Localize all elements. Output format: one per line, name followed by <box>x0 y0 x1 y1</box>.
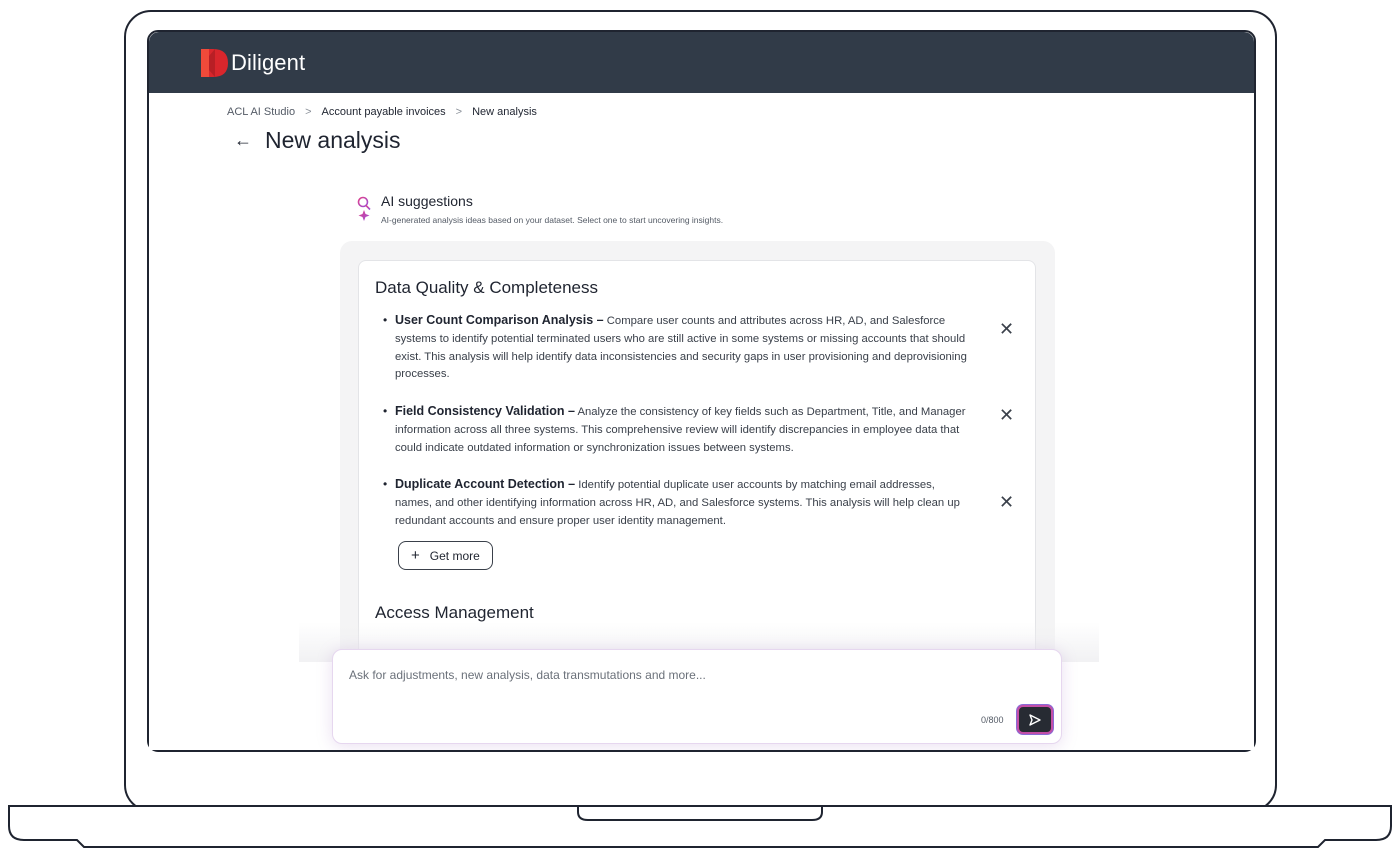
suggestion-title: User Count Comparison Analysis – <box>395 313 604 327</box>
send-icon <box>1029 713 1041 726</box>
close-icon[interactable]: ✕ <box>999 493 1014 511</box>
get-more-label: Get more <box>429 548 480 563</box>
brand-name: Diligent <box>231 50 306 75</box>
suggestion-title: Duplicate Account Detection – <box>395 477 576 491</box>
character-counter: 0/800 <box>981 715 1004 725</box>
top-bar: Diligent <box>149 32 1254 93</box>
suggestion-item[interactable]: • User Count Comparison Analysis – Compa… <box>383 312 973 384</box>
section-title: Access Management <box>375 603 534 622</box>
close-icon[interactable]: ✕ <box>999 406 1014 424</box>
diligent-logo-icon <box>201 49 228 77</box>
chat-composer: 0/800 <box>332 649 1062 744</box>
breadcrumb-separator: > <box>305 106 312 118</box>
ai-search-sparkle-icon <box>345 196 371 221</box>
close-icon[interactable]: ✕ <box>999 320 1014 338</box>
breadcrumb: ACL AI Studio > Account payable invoices… <box>227 106 537 118</box>
page-title: New analysis <box>265 127 401 153</box>
arrow-left-icon[interactable]: ← <box>234 130 252 150</box>
chat-input[interactable] <box>349 668 949 682</box>
suggestion-item[interactable]: • Duplicate Account Detection – Identify… <box>383 476 973 530</box>
suggestion-item[interactable]: • Field Consistency Validation – Analyze… <box>383 403 973 457</box>
breadcrumb-separator: > <box>455 106 463 118</box>
app-screen: Diligent ACL AI Studio > Account payable… <box>149 32 1254 750</box>
ai-suggestions-title: AI suggestions <box>381 193 473 209</box>
get-more-button[interactable]: + Get more <box>398 541 493 570</box>
breadcrumb-item-acl-ai-studio[interactable]: ACL AI Studio <box>227 106 295 118</box>
ai-suggestions-subtitle: AI-generated analysis ideas based on you… <box>381 215 724 225</box>
breadcrumb-item-new-analysis: New analysis <box>472 106 537 118</box>
suggestions-card: Data Quality & Completeness • User Count… <box>358 260 1036 660</box>
send-button[interactable] <box>1017 705 1053 734</box>
breadcrumb-item-account-payable-invoices[interactable]: Account payable invoices <box>322 106 446 118</box>
section-title: Data Quality & Completeness <box>375 278 598 297</box>
suggestion-title: Field Consistency Validation – <box>395 404 575 418</box>
plus-icon: + <box>411 547 420 564</box>
